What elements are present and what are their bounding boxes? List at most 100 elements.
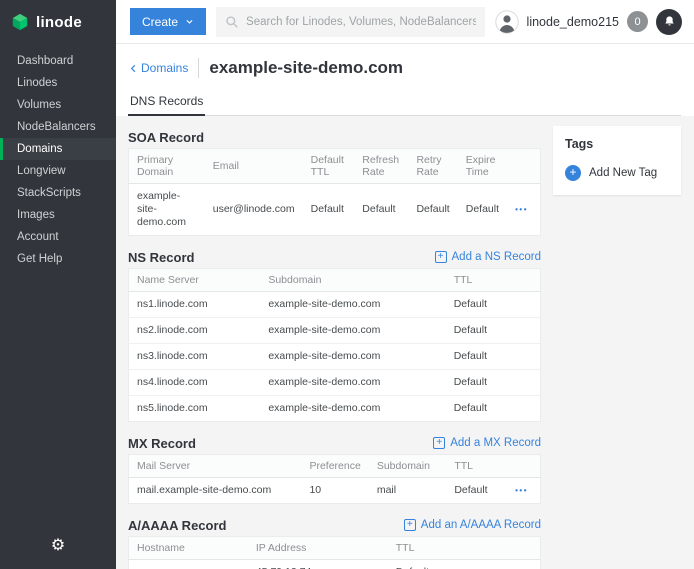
settings-gear-icon[interactable]: ⚙ [51, 535, 65, 555]
soa-record-section: SOA Record Primary DomainEmailDefault TT… [128, 126, 541, 236]
breadcrumb-domains-link[interactable]: Domains [128, 61, 188, 75]
table-row: ns3.linode.comexample-site-demo.comDefau… [129, 344, 541, 370]
column-header: Preference [301, 455, 368, 478]
table-cell: Default [446, 396, 541, 422]
chevron-left-icon [128, 63, 139, 74]
breadcrumb: Domains example-site-demo.com [128, 44, 681, 80]
plus-box-icon [404, 519, 416, 531]
table-cell: example-site-demo.com [260, 396, 445, 422]
sidebar-item-images[interactable]: Images [0, 204, 116, 226]
add-new-tag-button[interactable]: Add New Tag [565, 165, 669, 181]
table-cell: example-site-demo.com [260, 370, 445, 396]
column-header: Default TTL [303, 149, 355, 184]
column-header: Expire Time [458, 149, 507, 184]
search-input[interactable] [246, 16, 476, 28]
table-cell: ns2.linode.com [129, 318, 261, 344]
column-header: TTL [446, 455, 507, 478]
sidebar-footer: ⚙ [0, 523, 116, 569]
sidebar-item-longview[interactable]: Longview [0, 160, 116, 182]
column-header: Subdomain [260, 269, 445, 292]
search-icon [225, 15, 239, 29]
column-header: Refresh Rate [354, 149, 408, 184]
table-cell: Default [446, 344, 541, 370]
table-cell: example-site-demo.com [260, 292, 445, 318]
table-row: ns4.linode.comexample-site-demo.comDefau… [129, 370, 541, 396]
main-area: Create linode_demo215 0 [116, 0, 694, 569]
app-window: linode DashboardLinodesVolumesNodeBalanc… [0, 0, 694, 569]
breadcrumb-divider [198, 58, 199, 78]
add-ns-record-button[interactable]: Add a NS Record [435, 251, 542, 263]
table-cell: Default [446, 370, 541, 396]
table-cell: example-site-demo.com [129, 184, 205, 236]
column-header-actions [507, 537, 540, 560]
column-header: IP Address [248, 537, 388, 560]
add-mx-record-button[interactable]: Add a MX Record [433, 437, 541, 449]
column-header-actions [507, 455, 540, 478]
linode-logo[interactable]: linode [0, 0, 116, 44]
sidebar-item-dashboard[interactable]: Dashboard [0, 50, 116, 72]
sidebar-item-stackscripts[interactable]: StackScripts [0, 182, 116, 204]
table-cell: Default [458, 184, 507, 236]
chevron-down-icon [185, 17, 194, 26]
column-header: Name Server [129, 269, 261, 292]
sidebar: linode DashboardLinodesVolumesNodeBalanc… [0, 0, 116, 569]
create-button-label: Create [142, 15, 178, 29]
records-column: SOA Record Primary DomainEmailDefault TT… [128, 126, 541, 569]
plus-circle-icon [565, 165, 581, 181]
sidebar-nav: DashboardLinodesVolumesNodeBalancersDoma… [0, 50, 116, 270]
column-header: Primary Domain [129, 149, 205, 184]
logo-wordmark: linode [36, 14, 82, 31]
bell-icon [663, 15, 676, 28]
username[interactable]: linode_demo215 [527, 15, 619, 29]
notifications-bell-button[interactable] [656, 9, 682, 35]
topbar: Create linode_demo215 0 [116, 0, 694, 44]
add-a-aaaa-record-button[interactable]: Add an A/AAAA Record [404, 519, 541, 531]
column-header: TTL [388, 537, 507, 560]
table-cell-actions [507, 478, 540, 504]
sidebar-item-account[interactable]: Account [0, 226, 116, 248]
table-row: ns1.linode.comexample-site-demo.comDefau… [129, 292, 541, 318]
sidebar-item-domains[interactable]: Domains [0, 138, 116, 160]
table-cell: Default [446, 318, 541, 344]
sidebar-item-get-help[interactable]: Get Help [0, 248, 116, 270]
tab-dns-records[interactable]: DNS Records [128, 88, 205, 116]
column-header: Subdomain [369, 455, 447, 478]
tab-bar: DNS Records [128, 88, 681, 116]
ns-record-table: Name ServerSubdomainTTLns1.linode.comexa… [128, 268, 541, 422]
linode-cube-icon [11, 13, 29, 31]
row-actions-menu[interactable] [515, 205, 528, 214]
plus-box-icon [433, 437, 445, 449]
column-header: Hostname [129, 537, 248, 560]
page-title: example-site-demo.com [209, 58, 403, 78]
table-cell: Default [354, 184, 408, 236]
sidebar-item-linodes[interactable]: Linodes [0, 72, 116, 94]
table-row: 45.79.13.74Default [129, 560, 541, 569]
table-cell: mail.example-site-demo.com [129, 478, 302, 504]
table-cell: ns1.linode.com [129, 292, 261, 318]
column-header: TTL [446, 269, 541, 292]
table-cell-actions [507, 560, 540, 569]
a-aaaa-section-title: A/AAAA Record [128, 518, 226, 533]
page-header: Domains example-site-demo.com DNS Record… [116, 44, 694, 116]
table-cell: Default [408, 184, 457, 236]
content: SOA Record Primary DomainEmailDefault TT… [116, 116, 694, 569]
mx-record-table: Mail ServerPreferenceSubdomainTTL mail.ex… [128, 454, 541, 504]
table-cell [129, 560, 248, 569]
notification-count-badge[interactable]: 0 [627, 11, 648, 32]
column-header: Email [205, 149, 303, 184]
column-header: Mail Server [129, 455, 302, 478]
table-cell: 10 [301, 478, 368, 504]
sidebar-item-nodebalancers[interactable]: NodeBalancers [0, 116, 116, 138]
search-bar[interactable] [216, 7, 485, 37]
tags-title: Tags [565, 137, 669, 151]
tags-panel: Tags Add New Tag [553, 126, 681, 195]
plus-box-icon [435, 251, 447, 263]
create-button[interactable]: Create [130, 8, 206, 35]
table-cell: ns4.linode.com [129, 370, 261, 396]
a-aaaa-record-section: A/AAAA Record Add an A/AAAA Record Hostn… [128, 514, 541, 569]
avatar[interactable] [495, 10, 519, 34]
mx-section-title: MX Record [128, 436, 196, 451]
sidebar-item-volumes[interactable]: Volumes [0, 94, 116, 116]
row-actions-menu[interactable] [515, 486, 528, 495]
table-row: ns2.linode.comexample-site-demo.comDefau… [129, 318, 541, 344]
